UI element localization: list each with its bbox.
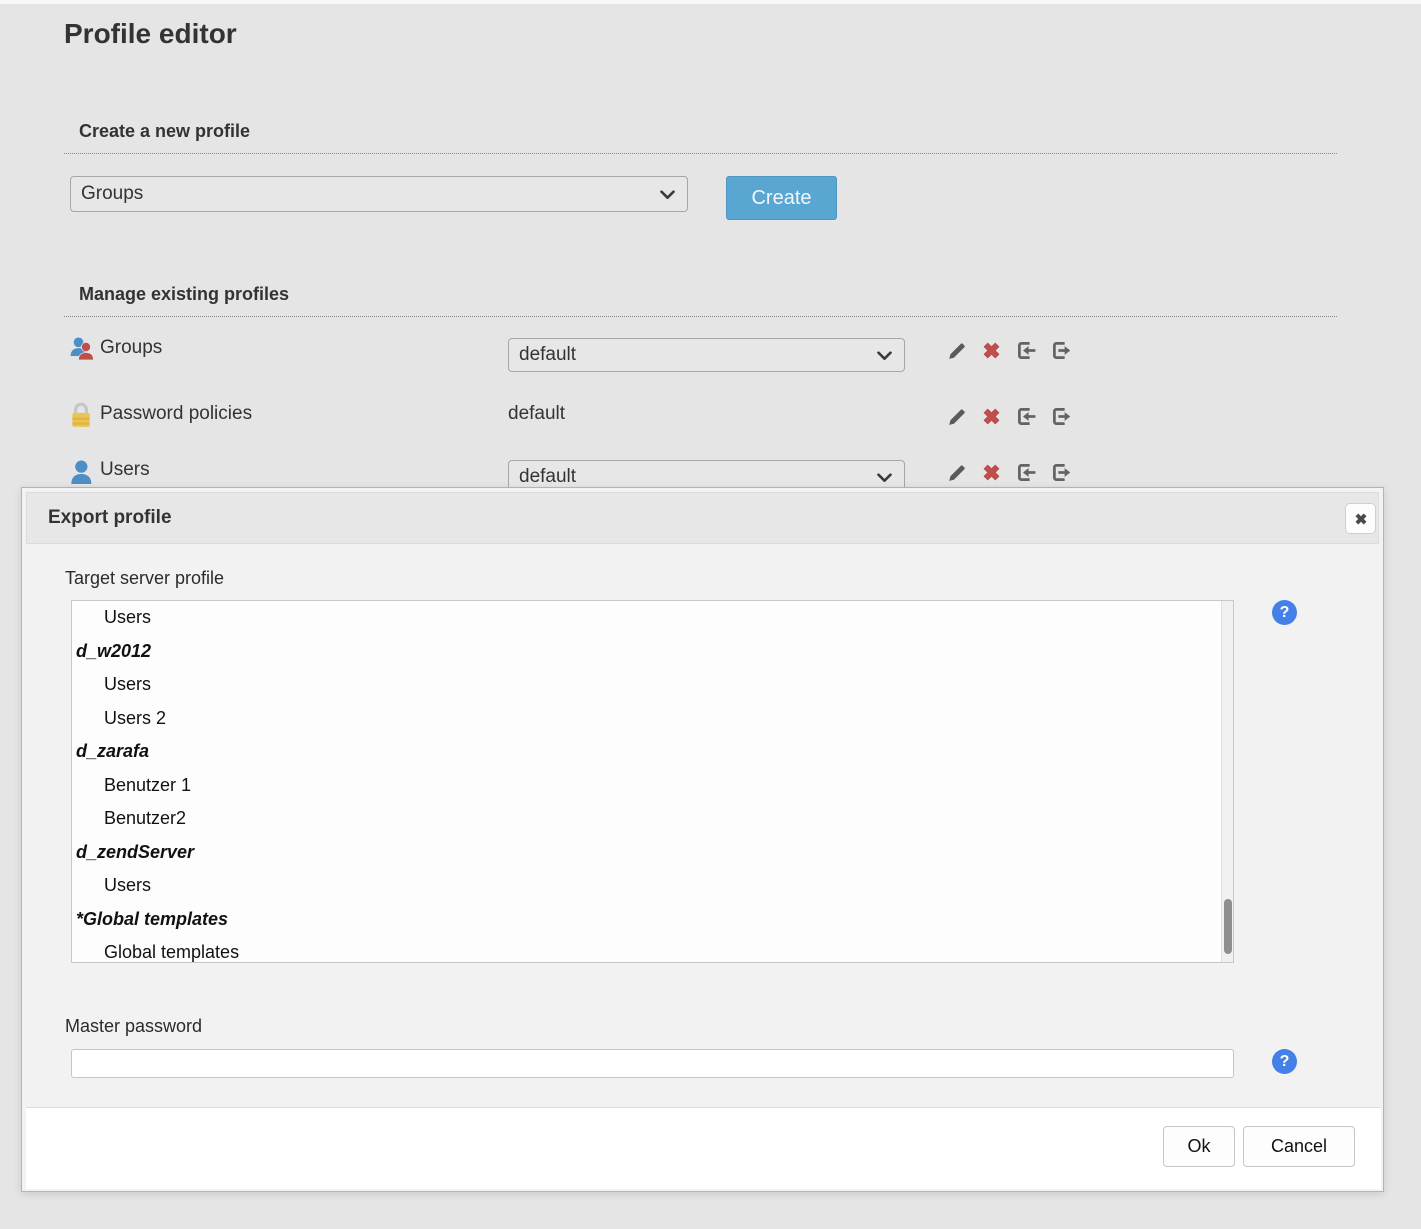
password-policies-profile-value: default [508, 403, 565, 425]
groups-profile-select-value: default [519, 344, 576, 366]
chevron-down-icon [877, 473, 892, 482]
user-icon [68, 457, 96, 487]
target-profile-help-icon[interactable]: ? [1272, 600, 1297, 625]
list-item[interactable]: Users [72, 668, 1221, 702]
dialog-title: Export profile [48, 507, 172, 529]
users-row-actions [944, 460, 1073, 484]
groups-row-actions [944, 338, 1073, 362]
ok-button[interactable]: Ok [1163, 1126, 1235, 1167]
target-server-profile-label: Target server profile [65, 568, 224, 589]
list-item-group: d_zarafa [72, 735, 1221, 769]
list-item[interactable]: Benutzer2 [72, 802, 1221, 836]
list-scrollbar[interactable] [1221, 601, 1233, 962]
list-item[interactable]: Benutzer 1 [72, 769, 1221, 803]
profile-type-select-value: Groups [81, 183, 143, 205]
export-icon[interactable] [1049, 460, 1073, 484]
users-profile-select-value: default [519, 466, 576, 488]
profile-type-select[interactable]: Groups [70, 176, 688, 212]
export-icon[interactable] [1049, 338, 1073, 362]
list-scrollbar-thumb[interactable] [1224, 899, 1232, 954]
groups-profile-select[interactable]: default [508, 338, 905, 372]
list-item[interactable]: Users 2 [72, 702, 1221, 736]
profile-row-password-policies: Password policies default [0, 398, 1421, 442]
import-icon[interactable] [1014, 338, 1038, 362]
dialog-titlebar: Export profile [26, 492, 1379, 544]
master-password-label: Master password [65, 1016, 202, 1037]
password-policies-row-actions [944, 404, 1073, 428]
row-label-password-policies: Password policies [100, 403, 252, 425]
close-icon [1352, 510, 1370, 528]
chevron-down-icon [877, 351, 892, 360]
dialog-close-button[interactable] [1345, 503, 1376, 534]
list-item-group: d_w2012 [72, 635, 1221, 669]
export-icon[interactable] [1049, 404, 1073, 428]
target-server-profile-list-items: Users d_w2012 Users Users 2 d_zarafa Ben… [72, 601, 1221, 963]
list-item-group: *Global templates [72, 903, 1221, 937]
master-password-help-icon[interactable]: ? [1272, 1049, 1297, 1074]
delete-x-icon[interactable] [979, 404, 1003, 428]
create-section-heading: Create a new profile [64, 121, 1337, 154]
profile-row-groups: Groups default [0, 332, 1421, 376]
edit-pencil-icon[interactable] [944, 338, 968, 362]
page-top-strip [0, 0, 1421, 4]
cancel-button[interactable]: Cancel [1243, 1126, 1355, 1167]
chevron-down-icon [660, 190, 675, 199]
delete-x-icon[interactable] [979, 460, 1003, 484]
list-item[interactable]: Global templates [72, 936, 1221, 963]
groups-icon [68, 335, 96, 365]
list-item-group: d_zendServer [72, 836, 1221, 870]
lock-icon [68, 401, 94, 429]
delete-x-icon[interactable] [979, 338, 1003, 362]
edit-pencil-icon[interactable] [944, 404, 968, 428]
row-label-groups: Groups [100, 337, 162, 359]
manage-section-heading: Manage existing profiles [64, 284, 1337, 317]
target-server-profile-list[interactable]: Users d_w2012 Users Users 2 d_zarafa Ben… [71, 600, 1234, 963]
import-icon[interactable] [1014, 460, 1038, 484]
master-password-input[interactable] [71, 1049, 1234, 1078]
import-icon[interactable] [1014, 404, 1038, 428]
list-item[interactable]: Users [72, 869, 1221, 903]
row-label-users: Users [100, 459, 150, 481]
list-item[interactable]: Users [72, 601, 1221, 635]
create-button[interactable]: Create [726, 176, 837, 220]
dialog-footer: Ok Cancel [26, 1107, 1381, 1189]
edit-pencil-icon[interactable] [944, 460, 968, 484]
page-title: Profile editor [64, 18, 237, 50]
export-profile-dialog: Export profile Target server profile Use… [21, 487, 1384, 1192]
